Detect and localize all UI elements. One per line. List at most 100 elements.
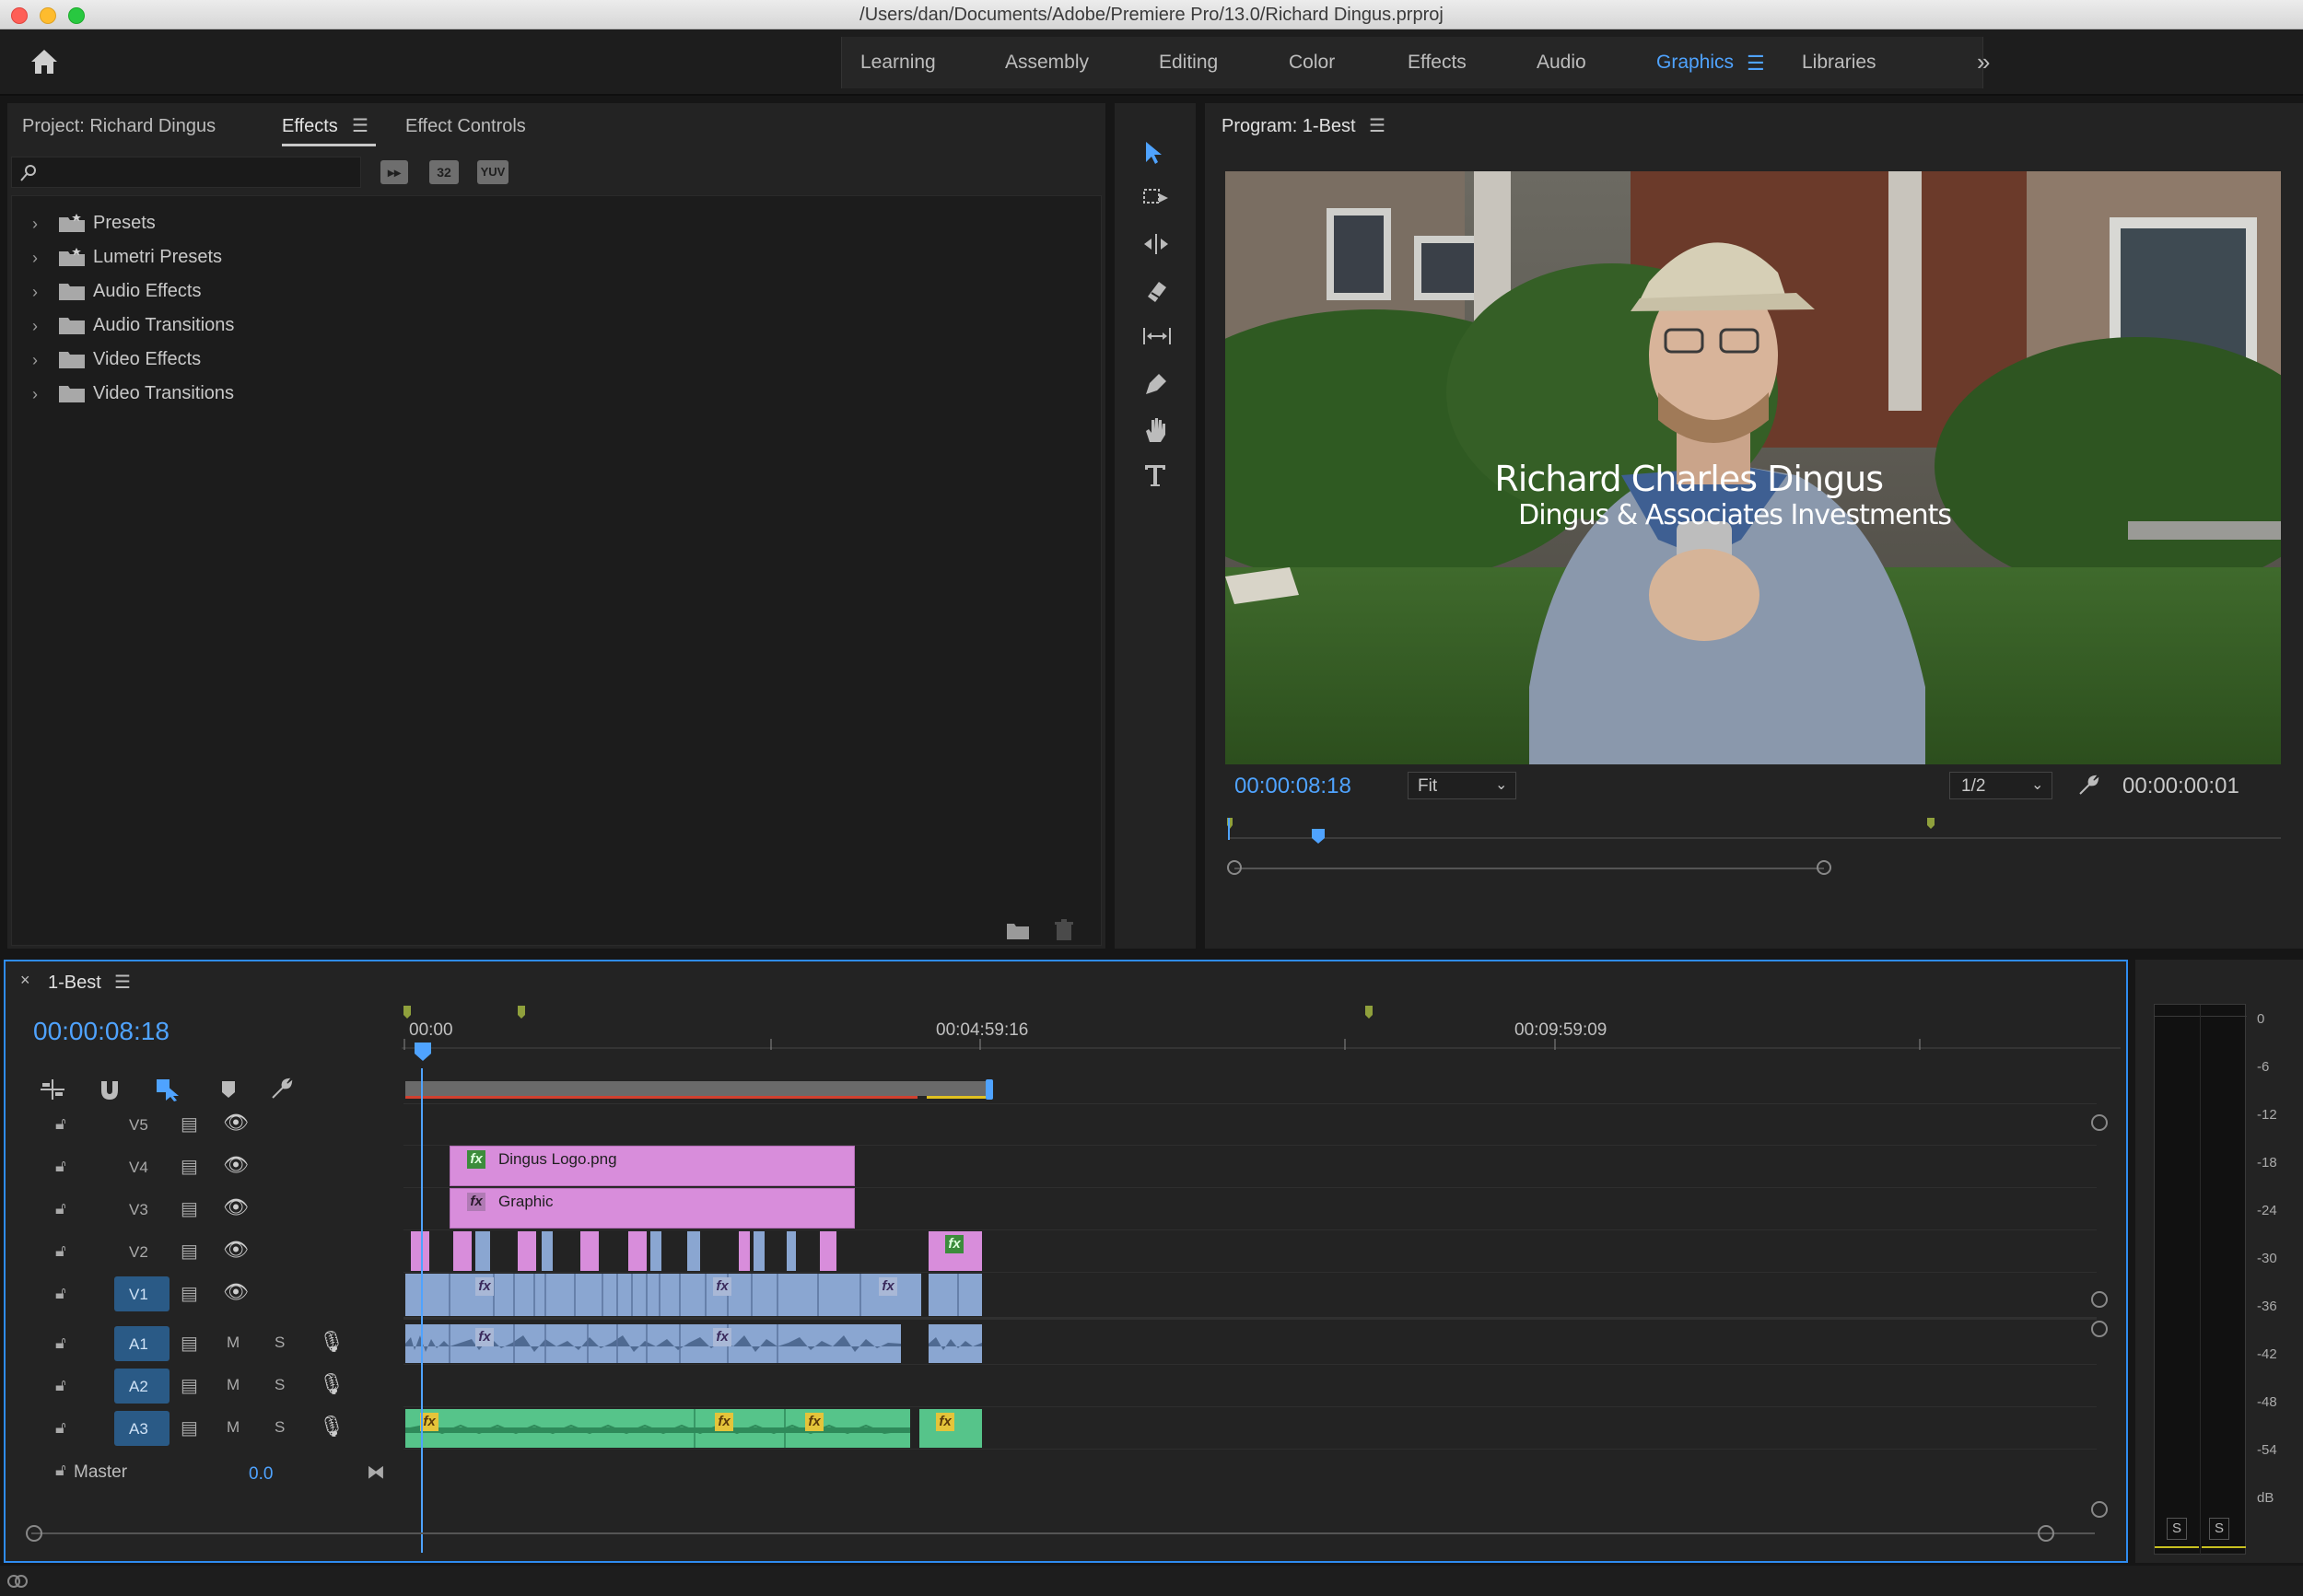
creative-cloud-icon[interactable] xyxy=(6,1571,29,1591)
lock-icon[interactable]: 🔓︎ xyxy=(55,1199,66,1218)
panel-menu-icon[interactable]: ☰ xyxy=(1369,114,1385,137)
chevron-right-icon[interactable]: › xyxy=(32,317,38,336)
clip-v2-segment[interactable] xyxy=(580,1231,599,1271)
linked-selection-icon[interactable] xyxy=(155,1076,182,1101)
wrench-icon[interactable] xyxy=(2076,774,2100,798)
lock-icon[interactable]: 🔓︎ xyxy=(55,1241,66,1261)
track-label-a3[interactable]: A3 xyxy=(129,1420,148,1439)
effects-search-input[interactable] xyxy=(11,157,361,188)
eye-icon[interactable]: 👁︎ xyxy=(223,1238,249,1262)
pen-tool-icon[interactable] xyxy=(1131,361,1175,402)
track-label-v3[interactable]: V3 xyxy=(129,1201,148,1219)
timeline-ruler[interactable] xyxy=(402,1006,2121,1070)
zoom-handle-right[interactable] xyxy=(1817,860,1831,875)
clip-dingus-logo[interactable]: fx Dingus Logo.png xyxy=(450,1146,855,1186)
track-label-v2[interactable]: V2 xyxy=(129,1243,148,1262)
master-expand-icon[interactable]: ⧓ xyxy=(367,1461,385,1484)
type-tool-icon[interactable] xyxy=(1131,453,1175,494)
workspace-menu-icon[interactable]: ☰ xyxy=(1747,52,1765,76)
clip-v2-segment[interactable] xyxy=(475,1231,490,1271)
yuv-effects-button[interactable]: YUV xyxy=(477,160,509,184)
solo-left-button[interactable]: S xyxy=(2167,1518,2187,1540)
workspace-tab-libraries[interactable]: Libraries xyxy=(1802,52,1876,74)
tab-project[interactable]: Project: Richard Dingus xyxy=(22,116,216,137)
sync-lock-icon[interactable]: ▤ xyxy=(181,1197,198,1220)
workspace-tab-assembly[interactable]: Assembly xyxy=(1005,52,1089,74)
clip-graphic[interactable]: fx Graphic xyxy=(450,1188,855,1229)
clip-v2-segment[interactable] xyxy=(687,1231,700,1271)
add-marker-icon[interactable] xyxy=(217,1078,240,1101)
32bit-effects-button[interactable]: 32 xyxy=(429,160,459,184)
panel-menu-icon[interactable]: ☰ xyxy=(114,971,131,994)
clip-v1-end[interactable] xyxy=(929,1274,982,1316)
clip-a3-end[interactable]: fx xyxy=(919,1409,982,1448)
microphone-icon[interactable]: 🎙︎ xyxy=(319,1372,345,1396)
program-monitor-title[interactable]: Program: 1-Best xyxy=(1222,116,1356,137)
workspace-tab-editing[interactable]: Editing xyxy=(1159,52,1218,74)
sequence-tab[interactable]: 1-Best xyxy=(48,973,101,994)
eye-icon[interactable]: 👁︎ xyxy=(223,1111,249,1135)
video-scroll-handle-bottom[interactable] xyxy=(2091,1291,2108,1308)
audio-scroll-handle-bottom[interactable] xyxy=(2091,1501,2108,1518)
clip-v2-segment[interactable] xyxy=(542,1231,553,1271)
snap-magnet-icon[interactable] xyxy=(98,1078,122,1101)
program-playhead-timecode[interactable]: 00:00:08:18 xyxy=(1234,774,1351,799)
more-workspaces-icon[interactable]: » xyxy=(1977,48,1990,76)
master-volume-value[interactable]: 0.0 xyxy=(249,1464,273,1485)
clip-v2-segment[interactable] xyxy=(628,1231,647,1271)
chevron-right-icon[interactable]: › xyxy=(32,385,38,404)
tab-effect-controls[interactable]: Effect Controls xyxy=(405,116,526,137)
workspace-tab-graphics[interactable]: Graphics xyxy=(1656,52,1734,74)
clip-v2-segment[interactable] xyxy=(787,1231,796,1271)
chevron-right-icon[interactable]: › xyxy=(32,215,38,234)
eye-icon[interactable]: 👁︎ xyxy=(223,1153,249,1177)
solo-right-button[interactable]: S xyxy=(2209,1518,2229,1540)
sync-lock-icon[interactable]: ▤ xyxy=(181,1282,198,1305)
track-select-tool-icon[interactable] xyxy=(1131,177,1175,217)
clip-v1-main[interactable]: fx fx fx xyxy=(405,1274,921,1316)
lock-icon[interactable]: 🔓︎ xyxy=(55,1114,66,1134)
mute-button[interactable]: M xyxy=(227,1418,240,1437)
workspace-tab-effects[interactable]: Effects xyxy=(1408,52,1467,74)
clip-v2-segment[interactable] xyxy=(739,1231,750,1271)
track-label-v1[interactable]: V1 xyxy=(129,1286,148,1304)
clip-v2-segment[interactable] xyxy=(650,1231,661,1271)
lock-icon[interactable]: 🔓︎ xyxy=(55,1334,66,1353)
slip-tool-icon[interactable] xyxy=(1131,315,1175,355)
video-scroll-handle-top[interactable] xyxy=(2091,1114,2108,1131)
mute-button[interactable]: M xyxy=(227,1376,240,1394)
clip-v2-segment[interactable] xyxy=(518,1231,536,1271)
insert-nest-icon[interactable] xyxy=(39,1078,66,1101)
razor-tool-icon[interactable] xyxy=(1131,269,1175,309)
sync-lock-icon[interactable]: ▤ xyxy=(181,1416,198,1439)
chevron-right-icon[interactable]: › xyxy=(32,249,38,268)
sync-lock-icon[interactable]: ▤ xyxy=(181,1113,198,1136)
new-bin-icon[interactable] xyxy=(1006,921,1030,941)
home-icon[interactable] xyxy=(29,48,63,77)
clip-v2-segment[interactable] xyxy=(754,1231,765,1271)
workspace-tab-color[interactable]: Color xyxy=(1289,52,1335,74)
h-scroll-handle-right[interactable] xyxy=(2038,1525,2054,1542)
clip-a1-main[interactable]: fx fx xyxy=(405,1324,901,1363)
clip-v2-segment[interactable] xyxy=(820,1231,836,1271)
sync-lock-icon[interactable]: ▤ xyxy=(181,1374,198,1397)
zoom-handle-left[interactable] xyxy=(1227,860,1242,875)
accelerated-effects-icon[interactable]: ▸▸ xyxy=(380,160,408,184)
timeline-settings-wrench-icon[interactable] xyxy=(269,1076,295,1101)
lock-icon[interactable]: 🔓︎ xyxy=(55,1284,66,1303)
playback-resolution-dropdown[interactable]: 1/2 ⌄ xyxy=(1949,772,2052,799)
h-scroll-handle-left[interactable] xyxy=(26,1525,42,1542)
fit-dropdown[interactable]: Fit ⌄ xyxy=(1408,772,1516,799)
clip-v2-segment[interactable] xyxy=(453,1231,472,1271)
microphone-icon[interactable]: 🎙︎ xyxy=(319,1415,345,1439)
sync-lock-icon[interactable]: ▤ xyxy=(181,1155,198,1178)
sync-lock-icon[interactable]: ▤ xyxy=(181,1332,198,1355)
clip-a3-main[interactable]: fx fx fx xyxy=(405,1409,910,1448)
workspace-tab-audio[interactable]: Audio xyxy=(1537,52,1586,74)
eye-icon[interactable]: 👁︎ xyxy=(223,1280,249,1304)
microphone-icon[interactable]: 🎙︎ xyxy=(319,1330,345,1354)
clip-v2-segment[interactable] xyxy=(411,1231,429,1271)
track-label-v5[interactable]: V5 xyxy=(129,1116,148,1135)
clip-v2-end[interactable]: fx xyxy=(929,1231,982,1271)
program-mini-timeline[interactable] xyxy=(1225,812,2281,858)
